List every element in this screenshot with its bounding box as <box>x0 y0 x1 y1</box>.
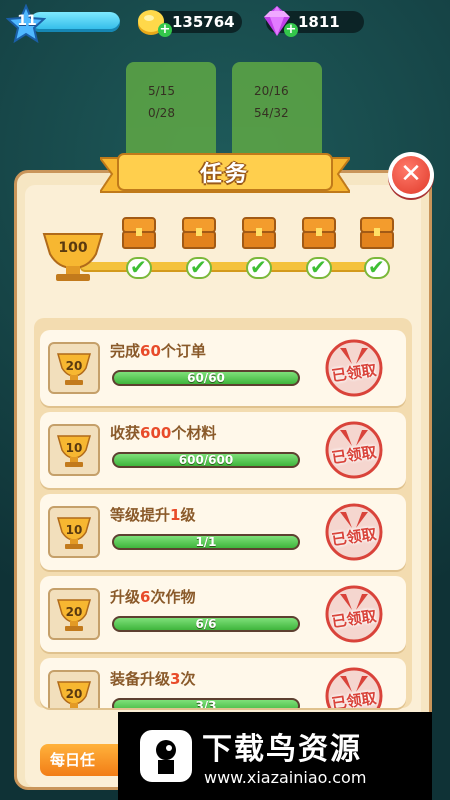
level-number: 11 <box>17 13 37 29</box>
gem-amount: 1811 <box>298 13 340 31</box>
background-order-card-1: 5/15 0/28 <box>126 62 216 162</box>
watermark-banner: 下载鸟资源 www.xiazainiao.com <box>118 712 432 800</box>
task-name: 等级提升1级 <box>110 506 196 524</box>
task-list: 20 完成60个订单 60/60 已领取 10 收获600个材料 600/600 <box>34 318 412 708</box>
add-gems-icon[interactable]: + <box>284 23 298 37</box>
check-icon: ✔ <box>364 255 390 279</box>
task-item: 20 升级6次作物 6/6 已领取 <box>40 576 406 652</box>
bg-card-row-1: 5/15 <box>148 84 175 98</box>
task-reward-box: 20 <box>48 342 100 394</box>
task-item: 20 完成60个订单 60/60 已领取 <box>40 330 406 406</box>
daily-tasks-tab[interactable]: 每日任 <box>40 744 130 776</box>
task-points: 20 <box>65 687 83 701</box>
task-points: 20 <box>65 359 83 373</box>
claimed-stamp: 已领取 <box>322 338 386 398</box>
task-item: 20 装备升级3次 3/3 已领取 <box>40 658 406 708</box>
milestone-points: 100 <box>58 240 88 256</box>
task-points: 10 <box>65 441 83 455</box>
panel-title: 任务 <box>199 162 250 187</box>
check-icon: ✔ <box>186 255 212 279</box>
claimed-stamp: 已领取 <box>322 502 386 562</box>
task-progress-text: 1/1 <box>195 535 217 549</box>
top-bar: 11 + 135764 + 1811 <box>0 0 450 46</box>
watermark-title: 下载鸟资源 <box>202 732 362 767</box>
task-points: 10 <box>65 523 83 537</box>
task-progress-text: 600/600 <box>178 453 234 467</box>
chest-icon[interactable] <box>120 214 158 252</box>
task-progress-text: 3/3 <box>195 699 217 708</box>
claimed-stamp: 已领取 <box>322 584 386 644</box>
chest-icon[interactable] <box>358 214 396 252</box>
task-name: 装备升级3次 <box>110 670 196 688</box>
task-name: 完成60个订单 <box>110 342 206 360</box>
gem-counter[interactable]: + 1811 <box>264 6 364 37</box>
bird-logo-icon <box>140 730 192 782</box>
task-reward-box: 10 <box>48 424 100 476</box>
close-button[interactable]: ✕ <box>388 152 434 198</box>
task-reward-box: 10 <box>48 506 100 558</box>
claimed-stamp: 已领取 <box>322 666 386 708</box>
check-icon: ✔ <box>246 255 272 279</box>
task-item: 10 收获600个材料 600/600 已领取 <box>40 412 406 488</box>
bg-card-row-2: 0/28 <box>148 106 175 120</box>
coin-counter[interactable]: + 135764 <box>138 10 242 37</box>
check-icon: ✔ <box>306 255 332 279</box>
task-progress-text: 6/6 <box>195 617 217 631</box>
task-name: 升级6次作物 <box>110 588 196 606</box>
chest-icon[interactable] <box>240 214 278 252</box>
bg-card-row-1: 20/16 <box>254 84 289 98</box>
chest-icon[interactable] <box>180 214 218 252</box>
watermark-url: www.xiazainiao.com <box>204 768 367 787</box>
chest-icon[interactable] <box>300 214 338 252</box>
bg-card-row-2: 54/32 <box>254 106 289 120</box>
task-item: 10 等级提升1级 1/1 已领取 <box>40 494 406 570</box>
task-points: 20 <box>65 605 83 619</box>
claimed-stamp: 已领取 <box>322 420 386 480</box>
background-order-card-2: 20/16 54/32 <box>232 62 322 162</box>
coin-amount: 135764 <box>172 13 235 31</box>
add-coins-icon[interactable]: + <box>158 23 172 37</box>
task-reward-box: 20 <box>48 670 100 708</box>
check-icon: ✔ <box>126 255 152 279</box>
task-reward-box: 20 <box>48 588 100 640</box>
task-progress-text: 60/60 <box>187 371 225 385</box>
task-name: 收获600个材料 <box>110 424 217 442</box>
close-icon: ✕ <box>400 159 422 189</box>
